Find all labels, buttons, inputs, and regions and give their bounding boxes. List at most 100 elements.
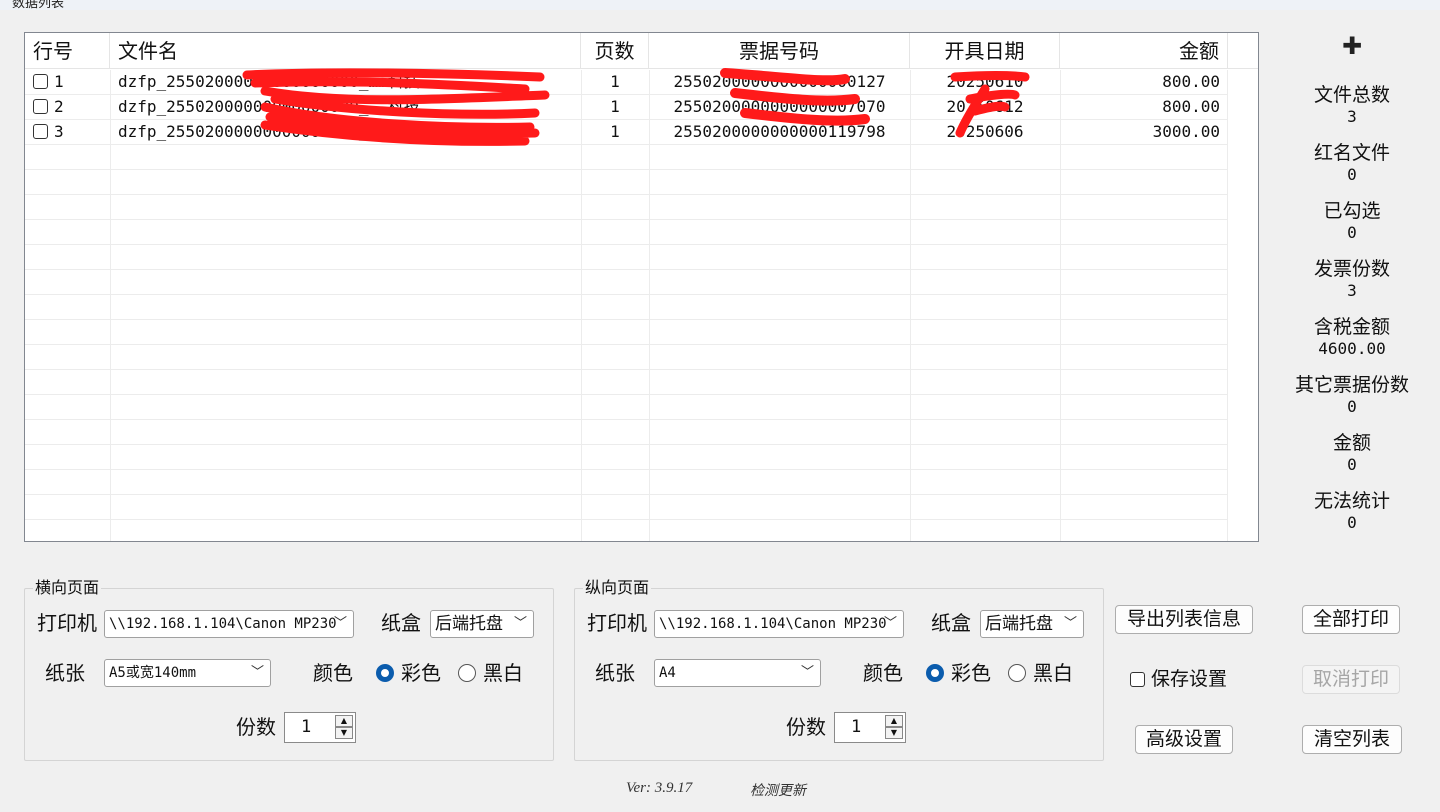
landscape-copies-label: 份数 xyxy=(236,715,276,739)
chevron-down-icon: ﹀ xyxy=(800,665,814,680)
amount-cell: 800.00 xyxy=(1162,72,1220,91)
stat-item: 文件总数 3 xyxy=(1290,83,1414,127)
stat-label: 红名文件 xyxy=(1313,142,1390,164)
pages-cell: 1 xyxy=(610,97,620,116)
save-settings-label: 保存设置 xyxy=(1151,668,1228,690)
row-checkbox[interactable] xyxy=(33,124,48,139)
landscape-bw-option[interactable]: 黑白 xyxy=(483,660,523,686)
portrait-printer-select[interactable]: \\192.168.1.104\Canon MP230 ﹀ xyxy=(654,610,904,638)
table-row xyxy=(25,470,1227,495)
filename-cell: dzfp_25502000000000000000_……有限... xyxy=(118,122,449,141)
portrait-printer-label: 打印机 xyxy=(587,611,647,635)
portrait-bw-option[interactable]: 黑白 xyxy=(1033,660,1073,686)
row-checkbox[interactable] xyxy=(33,99,48,114)
export-list-button[interactable]: 导出列表信息 xyxy=(1115,605,1253,634)
number-cell: 2550200000000000007070 xyxy=(673,97,886,116)
table-row xyxy=(25,320,1227,345)
col-header-amount[interactable]: 金额 xyxy=(1060,33,1228,69)
landscape-printer-select[interactable]: \\192.168.1.104\Canon MP230 ﹀ xyxy=(104,610,354,638)
decrement-icon[interactable]: ▼ xyxy=(335,727,353,739)
portrait-paper-value: A4 xyxy=(659,665,676,681)
pages-cell: 1 xyxy=(610,122,620,141)
portrait-tray-value: 后端托盘 xyxy=(985,614,1053,634)
clear-list-button[interactable]: 清空列表 xyxy=(1302,725,1402,754)
portrait-tray-label: 纸盒 xyxy=(931,611,971,635)
stat-label: 含税金额 xyxy=(1313,316,1390,338)
landscape-tray-label: 纸盒 xyxy=(381,611,421,635)
landscape-title: 横向页面 xyxy=(33,578,102,598)
portrait-paper-select[interactable]: A4 ﹀ xyxy=(654,659,821,687)
col-header-pages[interactable]: 页数 xyxy=(581,33,649,69)
stat-item: 红名文件 0 xyxy=(1290,141,1414,185)
pages-cell: 1 xyxy=(610,72,620,91)
table-row xyxy=(25,220,1227,245)
stat-value: 3 xyxy=(1347,281,1357,300)
landscape-printer-value: \\192.168.1.104\Canon MP230 xyxy=(109,616,337,632)
increment-icon[interactable]: ▲ xyxy=(335,715,353,727)
increment-icon[interactable]: ▲ xyxy=(885,715,903,727)
row-index-cell[interactable]: 3 xyxy=(33,120,110,145)
table-row[interactable]: 1 dzfp_25502000000000000000_……科技... 1 25502… xyxy=(25,70,1227,95)
date-cell: 20250610 xyxy=(946,72,1024,91)
save-settings-checkbox[interactable]: 保存设置 xyxy=(1130,666,1227,692)
landscape-tray-select[interactable]: 后端托盘 ﹀ xyxy=(430,610,534,638)
portrait-color-label: 颜色 xyxy=(863,661,903,685)
portrait-group: 纵向页面 打印机 \\192.168.1.104\Canon MP230 ﹀ 纸… xyxy=(574,578,1104,761)
row-checkbox[interactable] xyxy=(33,74,48,89)
date-cell: 20250612 xyxy=(946,97,1024,116)
landscape-group: 横向页面 打印机 \\192.168.1.104\Canon MP230 ﹀ 纸… xyxy=(24,578,554,761)
table-row xyxy=(25,195,1227,220)
landscape-bw-radio[interactable] xyxy=(458,664,476,682)
table-row[interactable]: 2 dzfp_25502000000000000000_……科技... 1 25502… xyxy=(25,95,1227,120)
stat-item: 发票份数 3 xyxy=(1290,257,1414,301)
row-index-cell[interactable]: 1 xyxy=(33,70,110,95)
landscape-color-option[interactable]: 彩色 xyxy=(401,660,441,686)
portrait-color-radio[interactable] xyxy=(926,664,944,682)
col-header-filename[interactable]: 文件名 xyxy=(110,33,581,69)
table-row xyxy=(25,495,1227,520)
number-cell: 2550200000000000119798 xyxy=(673,122,886,141)
landscape-color-radio[interactable] xyxy=(376,664,394,682)
amount-cell: 3000.00 xyxy=(1152,122,1220,141)
add-file-icon[interactable]: ✚ xyxy=(1340,34,1364,58)
decrement-icon[interactable]: ▼ xyxy=(885,727,903,739)
portrait-tray-select[interactable]: 后端托盘 ﹀ xyxy=(980,610,1084,638)
table-row[interactable]: 3 dzfp_25502000000000000000_……有限... 1 25502… xyxy=(25,120,1227,145)
check-update-link[interactable]: 检测更新 xyxy=(750,780,806,800)
landscape-copies-stepper[interactable]: 1 ▲ ▼ xyxy=(284,712,356,743)
filename-cell: dzfp_25502000000000000000_……科技... xyxy=(118,97,449,116)
portrait-title: 纵向页面 xyxy=(583,578,652,598)
portrait-color-option[interactable]: 彩色 xyxy=(951,660,991,686)
filename-cell: dzfp_25502000000000000000_……科技... xyxy=(118,72,449,91)
invoice-table[interactable]: 行号 文件名 页数 票据号码 开具日期 金额 1 dzfp_25502000000… xyxy=(24,32,1259,542)
col-header-number[interactable]: 票据号码 xyxy=(649,33,910,69)
portrait-printer-value: \\192.168.1.104\Canon MP230 xyxy=(659,616,887,632)
table-row xyxy=(25,245,1227,270)
stat-item: 其它票据份数 0 xyxy=(1290,373,1414,417)
portrait-copies-stepper[interactable]: 1 ▲ ▼ xyxy=(834,712,906,743)
col-header-date[interactable]: 开具日期 xyxy=(910,33,1060,69)
checkbox-icon[interactable] xyxy=(1130,672,1145,687)
portrait-bw-radio[interactable] xyxy=(1008,664,1026,682)
stat-value: 3 xyxy=(1347,107,1357,126)
advanced-settings-button[interactable]: 高级设置 xyxy=(1135,725,1233,754)
cancel-print-button[interactable]: 取消打印 xyxy=(1302,665,1400,694)
table-row xyxy=(25,170,1227,195)
stat-item: 金额 0 xyxy=(1290,431,1414,475)
landscape-paper-select[interactable]: A5或宽140mm ﹀ xyxy=(104,659,271,687)
row-index: 2 xyxy=(54,97,64,116)
stat-label: 已勾选 xyxy=(1323,200,1381,222)
number-cell: 2550200000000000000127 xyxy=(673,72,886,91)
row-index: 1 xyxy=(54,72,64,91)
stat-value: 0 xyxy=(1347,513,1357,532)
col-header-index[interactable]: 行号 xyxy=(25,33,110,69)
table-row xyxy=(25,520,1227,541)
landscape-tray-value: 后端托盘 xyxy=(435,614,503,634)
row-index-cell[interactable]: 2 xyxy=(33,95,110,120)
stat-item: 已勾选 0 xyxy=(1290,199,1414,243)
table-row xyxy=(25,420,1227,445)
print-all-button[interactable]: 全部打印 xyxy=(1302,605,1400,634)
chevron-down-icon: ﹀ xyxy=(883,616,897,631)
portrait-copies-label: 份数 xyxy=(786,715,826,739)
stat-label: 金额 xyxy=(1332,432,1371,454)
